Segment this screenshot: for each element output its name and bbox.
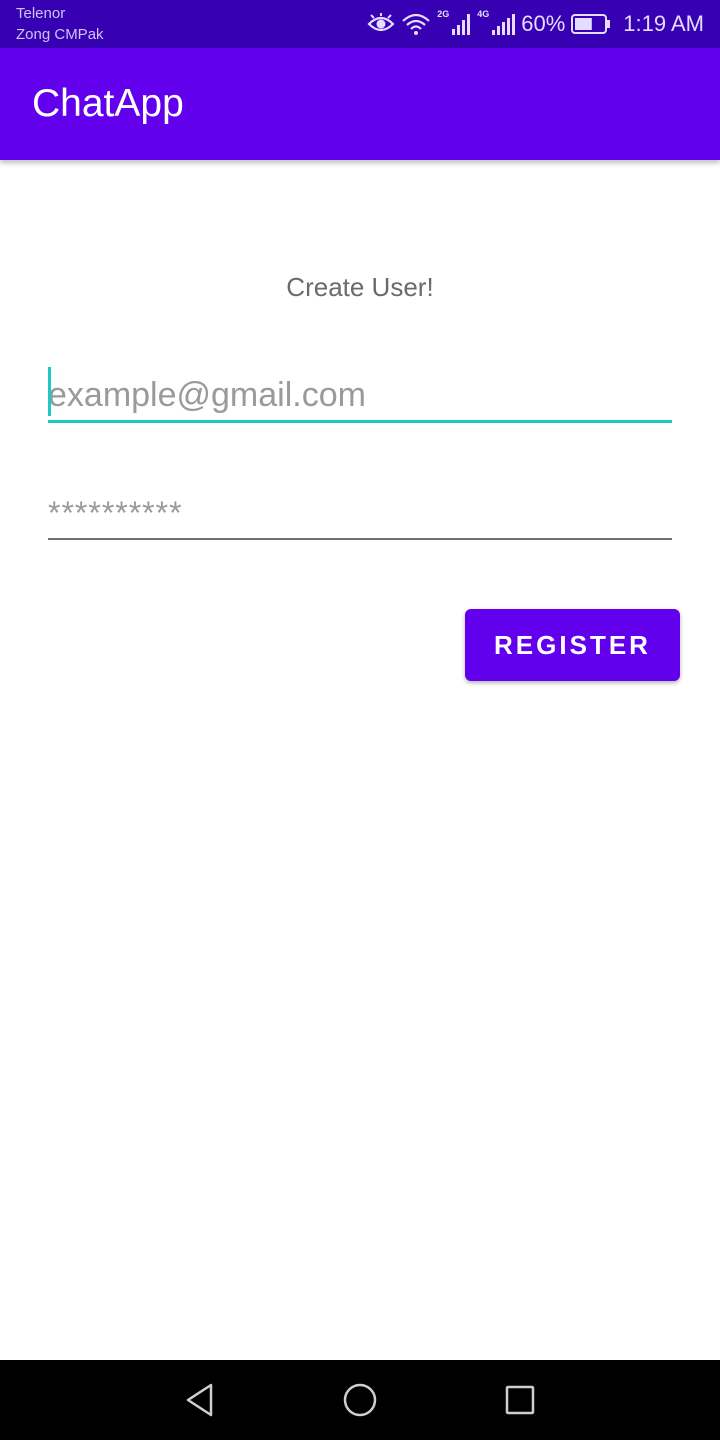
app-bar: ChatApp — [0, 48, 720, 160]
navigation-bar — [0, 1360, 720, 1440]
home-icon[interactable] — [340, 1380, 380, 1420]
battery-icon — [571, 14, 611, 34]
email-field[interactable] — [48, 370, 672, 423]
status-icons: 2G 4G 60% 1:19 AM — [367, 6, 704, 42]
eye-icon — [367, 13, 395, 35]
carrier-secondary: Zong CMPak — [16, 26, 104, 43]
text-cursor — [48, 367, 51, 416]
app-title: ChatApp — [32, 82, 184, 125]
page-heading: Create User! — [286, 272, 434, 302]
password-field[interactable] — [48, 488, 672, 540]
screen: Telenor Zong CMPak 2G 4G 60% 1:19 AM Cha… — [0, 0, 720, 1440]
recents-icon[interactable] — [500, 1380, 540, 1420]
signal-4g-icon — [491, 13, 516, 35]
status-bar: Telenor Zong CMPak 2G 4G 60% 1:19 AM — [0, 0, 720, 48]
network-type-label-1: 2G — [437, 9, 450, 19]
battery-percent: 60% — [521, 11, 566, 36]
signal-2g-icon — [451, 13, 471, 35]
back-icon[interactable] — [180, 1380, 220, 1420]
network-type-label-2: 4G — [477, 9, 490, 19]
clock: 1:19 AM — [623, 11, 704, 36]
wifi-icon — [401, 12, 431, 36]
carrier-primary: Telenor — [16, 5, 66, 22]
register-button[interactable]: REGISTER — [465, 609, 680, 681]
